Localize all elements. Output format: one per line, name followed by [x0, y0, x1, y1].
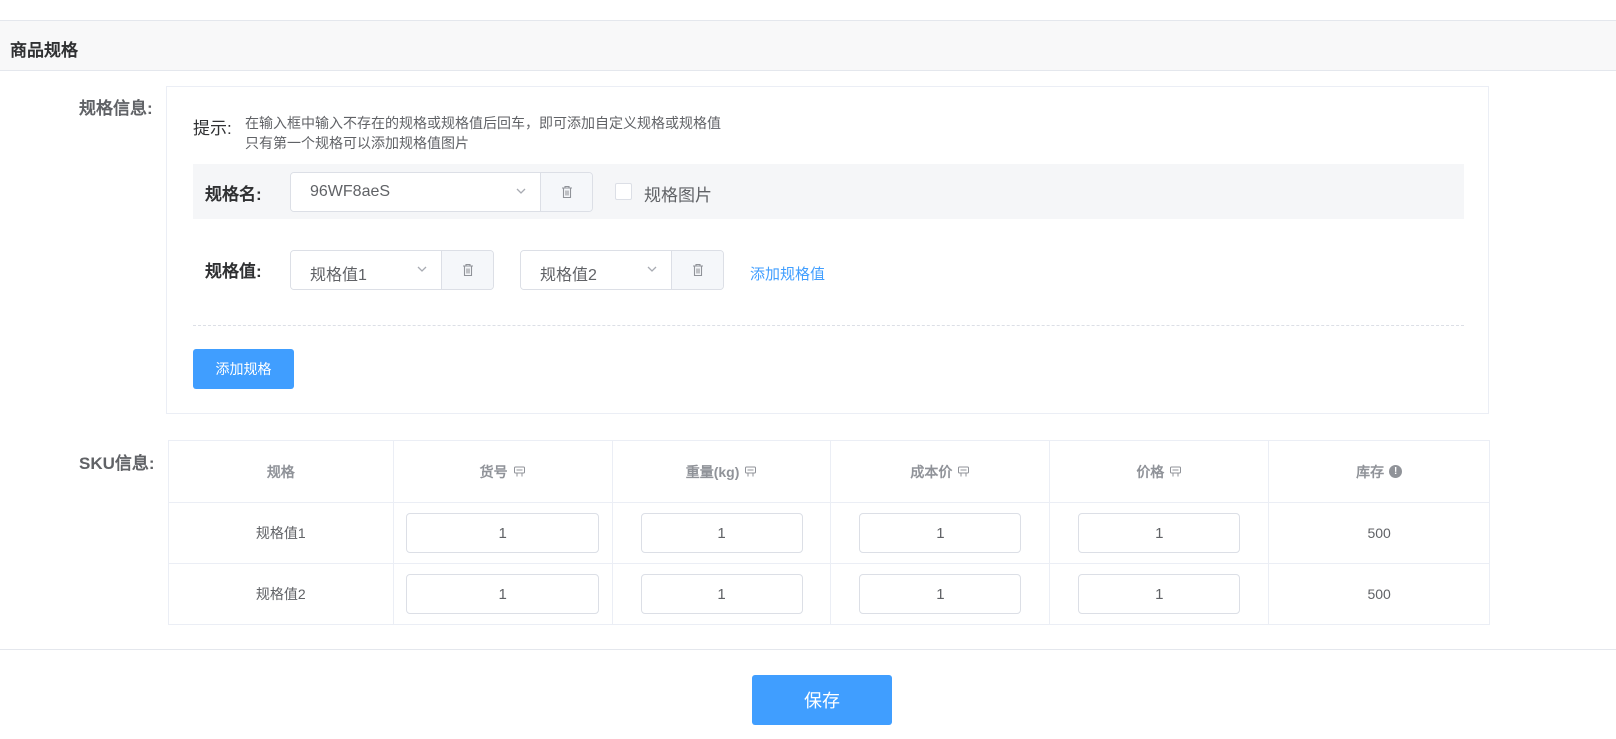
- info-icon[interactable]: !: [1389, 465, 1403, 478]
- delete-value-2-button[interactable]: [671, 251, 723, 289]
- add-spec-button[interactable]: 添加规格: [193, 349, 294, 389]
- weight-cell: 1: [611, 563, 832, 625]
- stock-cell: 500: [1268, 563, 1490, 625]
- spec-value-group-2: 规格值2: [520, 250, 724, 290]
- bottom-divider: [0, 649, 1616, 650]
- spec-editor-panel: 提示: 在输入框中输入不存在的规格或规格值后回车，即可添加自定义规格或规格值 只…: [166, 86, 1489, 414]
- tip-line-1: 在输入框中输入不存在的规格或规格值后回车，即可添加自定义规格或规格值: [245, 115, 721, 131]
- divider: [193, 325, 1464, 326]
- column-header-stock-label: 库存: [1356, 463, 1385, 480]
- weight-input[interactable]: 1: [640, 513, 803, 553]
- batch-fill-icon[interactable]: [513, 465, 526, 478]
- spec-value-select-1[interactable]: 规格值1: [291, 251, 441, 289]
- spec-image-checkbox-label[interactable]: 规格图片: [644, 181, 712, 206]
- column-header-cost: 成本价: [830, 440, 1051, 503]
- chevron-down-icon: [516, 188, 526, 194]
- sku-table: 规格 货号 重量(kg) 成本价 价格 库存! 规格值1 1 1 1 1 500…: [168, 440, 1490, 625]
- cost-input[interactable]: 1: [859, 574, 1022, 614]
- cost-cell: 1: [830, 563, 1051, 625]
- stock-cell: 500: [1268, 502, 1490, 564]
- section-header: 商品规格: [0, 21, 1616, 71]
- batch-fill-icon[interactable]: [957, 465, 970, 478]
- spec-cell: 规格值2: [168, 563, 394, 625]
- sku-no-input[interactable]: 1: [406, 513, 600, 553]
- column-header-sku-no: 货号: [392, 440, 613, 503]
- table-row: 规格值2 1 1 1 1 500: [168, 563, 1490, 625]
- sku-no-input[interactable]: 1: [406, 574, 600, 614]
- spec-cell: 规格值1: [168, 502, 394, 564]
- section-title: 商品规格: [10, 41, 78, 60]
- column-header-spec: 规格: [168, 440, 394, 503]
- tip-label: 提示:: [193, 119, 232, 138]
- column-header-cost-label: 成本价: [910, 463, 953, 480]
- table-row: 规格值1 1 1 1 1 500: [168, 502, 1490, 564]
- column-header-spec-label: 规格: [266, 463, 295, 480]
- spec-image-checkbox[interactable]: [615, 183, 632, 200]
- spec-info-label: 规格信息:: [79, 99, 153, 118]
- save-button[interactable]: 保存: [752, 675, 892, 725]
- price-cell: 1: [1049, 502, 1270, 564]
- spec-name-label: 规格名:: [205, 185, 262, 204]
- add-spec-value-link[interactable]: 添加规格值: [750, 263, 825, 284]
- spec-name-row: 规格名: 96WF8aeS 规格图片: [193, 164, 1464, 219]
- weight-input[interactable]: 1: [640, 574, 803, 614]
- trash-icon: [462, 263, 473, 277]
- trash-icon: [692, 263, 703, 277]
- spec-name-select[interactable]: 96WF8aeS: [291, 173, 541, 211]
- price-input[interactable]: 1: [1078, 574, 1241, 614]
- spec-value-select-2[interactable]: 规格值2: [521, 251, 671, 289]
- column-header-weight-label: 重量(kg): [685, 463, 740, 480]
- sku-no-cell: 1: [392, 502, 613, 564]
- chevron-down-icon: [417, 266, 427, 272]
- column-header-weight: 重量(kg): [611, 440, 832, 503]
- sku-no-cell: 1: [392, 563, 613, 625]
- batch-fill-icon[interactable]: [1169, 465, 1182, 478]
- sku-info-label: SKU信息:: [79, 454, 155, 473]
- spec-value-1: 规格值1: [310, 267, 367, 284]
- delete-spec-button[interactable]: [540, 173, 592, 211]
- cost-cell: 1: [830, 502, 1051, 564]
- delete-value-1-button[interactable]: [441, 251, 493, 289]
- batch-fill-icon[interactable]: [744, 465, 757, 478]
- weight-cell: 1: [611, 502, 832, 564]
- tip-line-2: 只有第一个规格可以添加规格值图片: [245, 135, 469, 151]
- spec-value-label: 规格值:: [205, 262, 262, 281]
- column-header-price: 价格: [1049, 440, 1270, 503]
- spec-value-group-1: 规格值1: [290, 250, 494, 290]
- spec-value-2: 规格值2: [540, 267, 597, 284]
- column-header-stock: 库存!: [1268, 440, 1490, 503]
- price-input[interactable]: 1: [1078, 513, 1241, 553]
- price-cell: 1: [1049, 563, 1270, 625]
- trash-icon: [561, 185, 572, 199]
- chevron-down-icon: [647, 266, 657, 272]
- spec-name-select-group: 96WF8aeS: [290, 172, 593, 212]
- spec-name-value: 96WF8aeS: [310, 183, 391, 200]
- cost-input[interactable]: 1: [859, 513, 1022, 553]
- table-header-row: 规格 货号 重量(kg) 成本价 价格 库存!: [168, 440, 1490, 503]
- column-header-sku-no-label: 货号: [479, 463, 508, 480]
- column-header-price-label: 价格: [1136, 463, 1165, 480]
